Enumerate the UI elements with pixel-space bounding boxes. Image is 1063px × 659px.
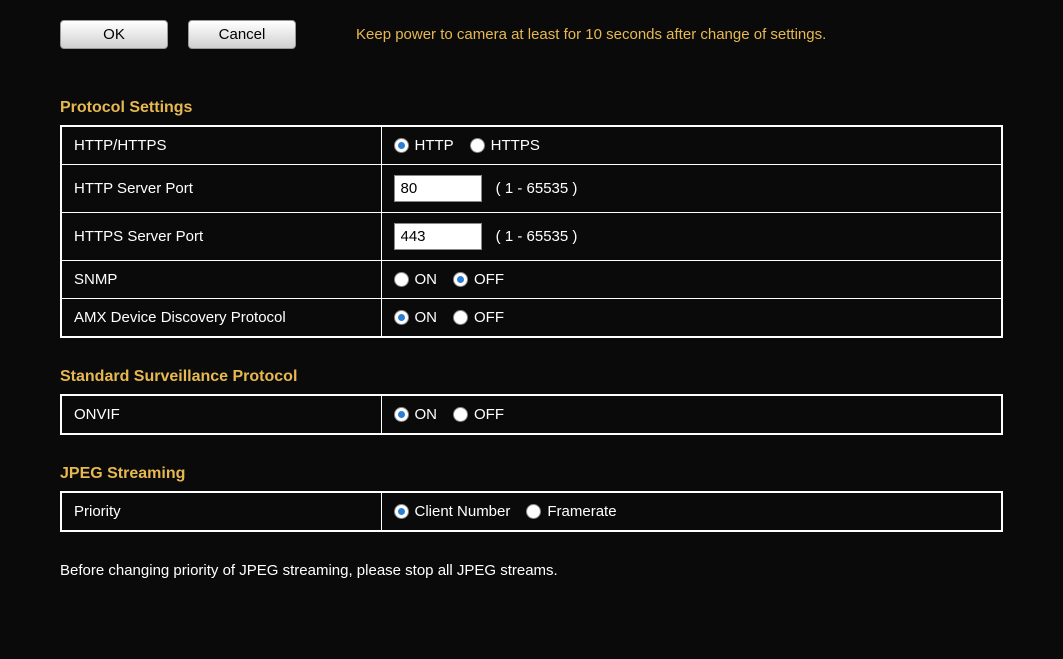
jpeg-streaming-table: Priority Client Number Framerate <box>60 491 1003 532</box>
onvif-label: ONVIF <box>61 395 381 434</box>
amx-on-radio[interactable] <box>394 310 409 325</box>
jpeg-streaming-title: JPEG Streaming <box>60 465 1003 483</box>
priority-label: Priority <box>61 492 381 531</box>
amx-label: AMX Device Discovery Protocol <box>61 299 381 338</box>
amx-off-radio[interactable] <box>453 310 468 325</box>
onvif-off-label[interactable]: OFF <box>474 406 504 423</box>
power-hint-text: Keep power to camera at least for 10 sec… <box>356 26 826 43</box>
https-port-label: HTTPS Server Port <box>61 213 381 261</box>
footer-note: Before changing priority of JPEG streami… <box>60 562 1003 579</box>
snmp-on-radio[interactable] <box>394 272 409 287</box>
http-radio[interactable] <box>394 138 409 153</box>
http-https-row: HTTP/HTTPS HTTP HTTPS <box>61 126 1002 165</box>
client-number-radio[interactable] <box>394 504 409 519</box>
http-port-input[interactable] <box>394 175 482 202</box>
snmp-label: SNMP <box>61 261 381 299</box>
http-radio-label[interactable]: HTTP <box>415 137 454 154</box>
cancel-button[interactable]: Cancel <box>188 20 296 49</box>
protocol-settings-title: Protocol Settings <box>60 99 1003 117</box>
onvif-off-radio[interactable] <box>453 407 468 422</box>
surveillance-title: Standard Surveillance Protocol <box>60 368 1003 386</box>
https-radio-label[interactable]: HTTPS <box>491 137 540 154</box>
amx-off-label[interactable]: OFF <box>474 309 504 326</box>
amx-on-label[interactable]: ON <box>415 309 438 326</box>
http-port-row: HTTP Server Port ( 1 - 65535 ) <box>61 165 1002 213</box>
framerate-label[interactable]: Framerate <box>547 503 616 520</box>
https-port-input[interactable] <box>394 223 482 250</box>
snmp-off-label[interactable]: OFF <box>474 271 504 288</box>
onvif-on-radio[interactable] <box>394 407 409 422</box>
snmp-off-radio[interactable] <box>453 272 468 287</box>
http-https-label: HTTP/HTTPS <box>61 126 381 165</box>
http-port-label: HTTP Server Port <box>61 165 381 213</box>
https-radio[interactable] <box>470 138 485 153</box>
snmp-row: SNMP ON OFF <box>61 261 1002 299</box>
top-button-row: OK Cancel Keep power to camera at least … <box>60 20 1003 49</box>
snmp-on-label[interactable]: ON <box>415 271 438 288</box>
protocol-settings-table: HTTP/HTTPS HTTP HTTPS HTTP Server Port (… <box>60 125 1003 338</box>
framerate-radio[interactable] <box>526 504 541 519</box>
http-port-range: ( 1 - 65535 ) <box>496 180 578 197</box>
onvif-row: ONVIF ON OFF <box>61 395 1002 434</box>
client-number-label[interactable]: Client Number <box>415 503 511 520</box>
priority-row: Priority Client Number Framerate <box>61 492 1002 531</box>
onvif-on-label[interactable]: ON <box>415 406 438 423</box>
https-port-row: HTTPS Server Port ( 1 - 65535 ) <box>61 213 1002 261</box>
surveillance-table: ONVIF ON OFF <box>60 394 1003 435</box>
amx-row: AMX Device Discovery Protocol ON OFF <box>61 299 1002 338</box>
https-port-range: ( 1 - 65535 ) <box>496 228 578 245</box>
ok-button[interactable]: OK <box>60 20 168 49</box>
